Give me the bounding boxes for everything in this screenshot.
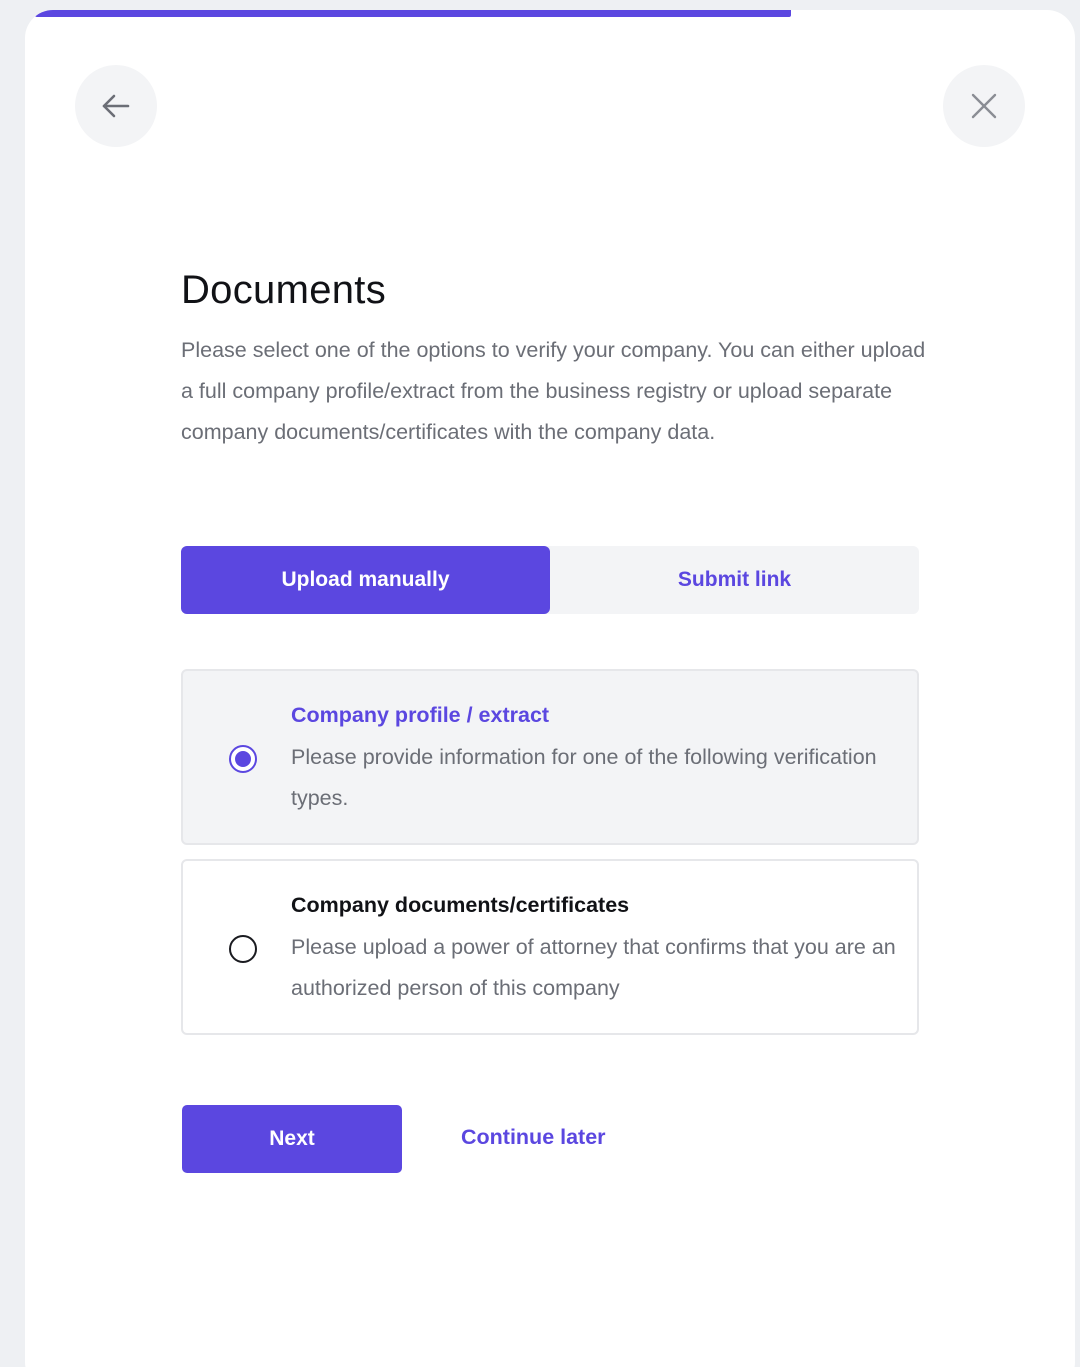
option-title: Company profile / extract [291, 703, 550, 727]
upload-method-tabs: Upload manually Submit link [181, 546, 919, 614]
option-company-profile[interactable]: Company profile / extract Please provide… [181, 669, 919, 845]
arrow-left-icon [98, 88, 134, 124]
continue-later-link[interactable]: Continue later [461, 1125, 606, 1150]
back-button[interactable] [75, 65, 157, 147]
next-button[interactable]: Next [182, 1105, 402, 1173]
radio-company-documents[interactable] [229, 935, 257, 963]
close-icon [969, 91, 999, 121]
page-description: Please select one of the options to veri… [181, 338, 926, 444]
modal-card: Documents Please select one of the optio… [25, 10, 1075, 1367]
tab-upload-manually[interactable]: Upload manually [181, 546, 550, 614]
option-description: Please provide information for one of th… [291, 745, 877, 810]
tab-submit-link[interactable]: Submit link [550, 546, 919, 614]
option-company-documents[interactable]: Company documents/certificates Please up… [181, 859, 919, 1035]
option-title: Company documents/certificates [291, 893, 630, 917]
progress-bar [25, 10, 1075, 17]
option-description: Please upload a power of attorney that c… [291, 935, 896, 1000]
page-title: Documents [181, 268, 387, 312]
radio-company-profile[interactable] [229, 745, 257, 773]
progress-bar-fill [35, 10, 791, 17]
close-button[interactable] [943, 65, 1025, 147]
